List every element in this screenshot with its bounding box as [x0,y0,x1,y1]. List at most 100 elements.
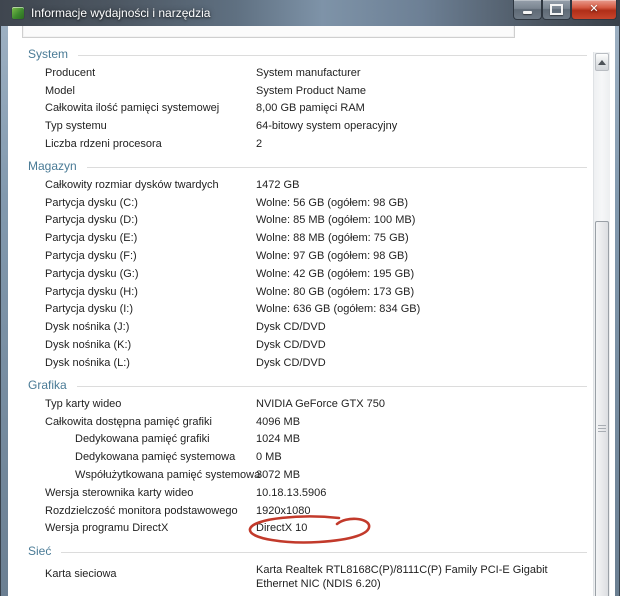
row-label: Wersja sterownika karty wideo [45,487,193,499]
section-title: Magazyn [28,159,77,173]
section-header: Grafika [28,375,587,395]
section-rows: Typ karty wideoNVIDIA GeForce GTX 750Cał… [28,395,587,537]
info-row: Typ karty wideoNVIDIA GeForce GTX 750 [28,395,587,413]
performance-info-window: Informacje wydajności i narzędzia ✕ Syst… [0,0,620,596]
window-controls: ✕ [513,0,617,20]
row-label: Partycja dysku (E:) [45,232,137,244]
info-row: Wersja programu DirectXDirectX 10 [28,520,587,538]
section-divider [77,386,587,387]
scrollbar-up-button[interactable] [595,53,609,71]
info-row: Partycja dysku (G:) Wolne: 42 GB (ogółem:… [28,265,587,283]
section-header: Sieć [28,541,587,561]
titlebar[interactable]: Informacje wydajności i narzędzia ✕ [0,0,620,27]
section-title: Sieć [28,544,51,558]
row-label: Dedykowana pamięć systemowa [45,451,235,463]
maximize-icon [550,4,563,15]
info-row: Dysk nośnika (K:) Dysk CD/DVD [28,336,587,354]
info-row: Dysk nośnika (J:)Dysk CD/DVD [28,318,587,336]
row-label: Partycja dysku (I:) [45,303,133,315]
section-title: Grafika [28,378,67,392]
row-value: Wolne: 636 GB (ogółem: 834 GB) [256,303,420,315]
info-row: Model System Product Name [28,82,587,100]
row-label: Całkowity rozmiar dysków twardych [45,179,219,191]
scrolled-box-bottom-edge [22,26,515,38]
vertical-scrollbar[interactable] [593,52,610,596]
row-label: Dedykowana pamięć grafiki [45,433,210,445]
row-value: Dysk CD/DVD [256,339,326,351]
section-rows: ProducentSystem manufacturerModelSystem … [28,64,587,153]
row-value: Wolne: 85 MB (ogółem: 100 MB) [256,214,415,226]
row-value: 64-bitowy system operacyjny [256,120,397,132]
row-label: Partycja dysku (D:) [45,214,138,226]
maximize-button[interactable] [542,0,571,20]
info-row: Całkowity rozmiar dysków twardych 1472 GB [28,176,587,194]
row-label: Model [45,85,75,97]
row-label: Wersja programu DirectX [45,522,168,534]
row-label: Rozdzielczość monitora podstawowego [45,505,238,517]
section-network: Sieć Karta sieciowaKarta Realtek RTL8168… [28,541,587,593]
row-value: Wolne: 97 GB (ogółem: 98 GB) [256,250,408,262]
row-label: Partycja dysku (H:) [45,286,138,298]
row-value: Wolne: 56 GB (ogółem: 98 GB) [256,197,408,209]
section-graphics: Grafika Typ karty wideoNVIDIA GeForce GT… [28,375,587,537]
info-row: Partycja dysku (F:) Wolne: 97 GB (ogółem:… [28,247,587,265]
row-label: Typ systemu [45,120,107,132]
scrollbar-grip-icon [598,425,606,433]
row-label: Całkowita dostępna pamięć grafiki [45,416,212,428]
info-row: Partycja dysku (C:) Wolne: 56 GB (ogółem:… [28,194,587,212]
section-divider [78,55,587,56]
row-value: NVIDIA GeForce GTX 750 [256,398,385,410]
row-value: Dysk CD/DVD [256,357,326,369]
row-value: 1024 MB [256,433,300,445]
row-value: System manufacturer [256,67,361,79]
close-icon: ✕ [589,4,598,15]
row-label: Dysk nośnika (K:) [45,339,131,351]
row-label: Karta sieciowa [45,561,117,580]
row-label: Liczba rdzeni procesora [45,138,162,150]
row-label: Dysk nośnika (J:) [45,321,129,333]
section-header: Magazyn [28,156,587,176]
info-row: Współużytkowana pamięć systemowa3072 MB [28,466,587,484]
row-label: Partycja dysku (G:) [45,268,139,280]
row-value: 10.18.13.5906 [256,487,326,499]
content-area: System ProducentSystem manufacturerModel… [8,26,615,596]
row-value: Wolne: 80 GB (ogółem: 173 GB) [256,286,414,298]
row-value: 4096 MB [256,416,300,428]
info-row: Partycja dysku (H:) Wolne: 80 GB (ogółem:… [28,283,587,301]
row-label: Partycja dysku (F:) [45,250,137,262]
row-value: Wolne: 88 MB (ogółem: 75 GB) [256,232,409,244]
info-row: Całkowita ilość pamięci systemowej8,00 G… [28,100,587,118]
window-border-left [0,26,8,596]
info-row: Karta sieciowaKarta Realtek RTL8168C(P)/… [28,561,587,593]
section-title: System [28,47,68,61]
info-row: Dysk nośnika (L:) Dysk CD/DVD [28,354,587,372]
info-row: Partycja dysku (I:) Wolne: 636 GB (ogółem… [28,301,587,319]
info-row: Typ systemu 64-bitowy system operacyjny [28,117,587,135]
info-row: Rozdzielczość monitora podstawowego1920x… [28,502,587,520]
row-value: Wolne: 42 GB (ogółem: 195 GB) [256,268,414,280]
info-row: Dedykowana pamięć grafiki 1024 MB [28,431,587,449]
close-button[interactable]: ✕ [571,0,617,20]
row-label: Partycja dysku (C:) [45,197,138,209]
minimize-icon [523,11,532,14]
row-value: 2 [256,138,262,150]
minimize-button[interactable] [513,0,542,20]
section-divider [87,167,587,168]
row-value: System Product Name [256,85,366,97]
section-rows: Całkowity rozmiar dysków twardych 1472 GB… [28,176,587,372]
info-row: Liczba rdzeni procesora 2 [28,135,587,153]
info-row: Partycja dysku (E:) Wolne: 88 MB (ogółem:… [28,229,587,247]
info-row: Całkowita dostępna pamięć grafiki 4096 MB [28,413,587,431]
section-storage: Magazyn Całkowity rozmiar dysków twardyc… [28,156,587,372]
section-header: System [28,44,587,64]
row-value: 1472 GB [256,179,299,191]
info-row: Dedykowana pamięć systemowa0 MB [28,448,587,466]
section-system: System ProducentSystem manufacturerModel… [28,44,587,153]
section-divider [61,552,587,553]
row-label: Dysk nośnika (L:) [45,357,130,369]
app-icon [12,7,24,19]
info-row: Partycja dysku (D:) Wolne: 85 MB (ogółem:… [28,212,587,230]
info-row: Wersja sterownika karty wideo 10.18.13.59… [28,484,587,502]
row-label: Całkowita ilość pamięci systemowej [45,102,219,114]
scrollbar-thumb[interactable] [595,221,609,596]
